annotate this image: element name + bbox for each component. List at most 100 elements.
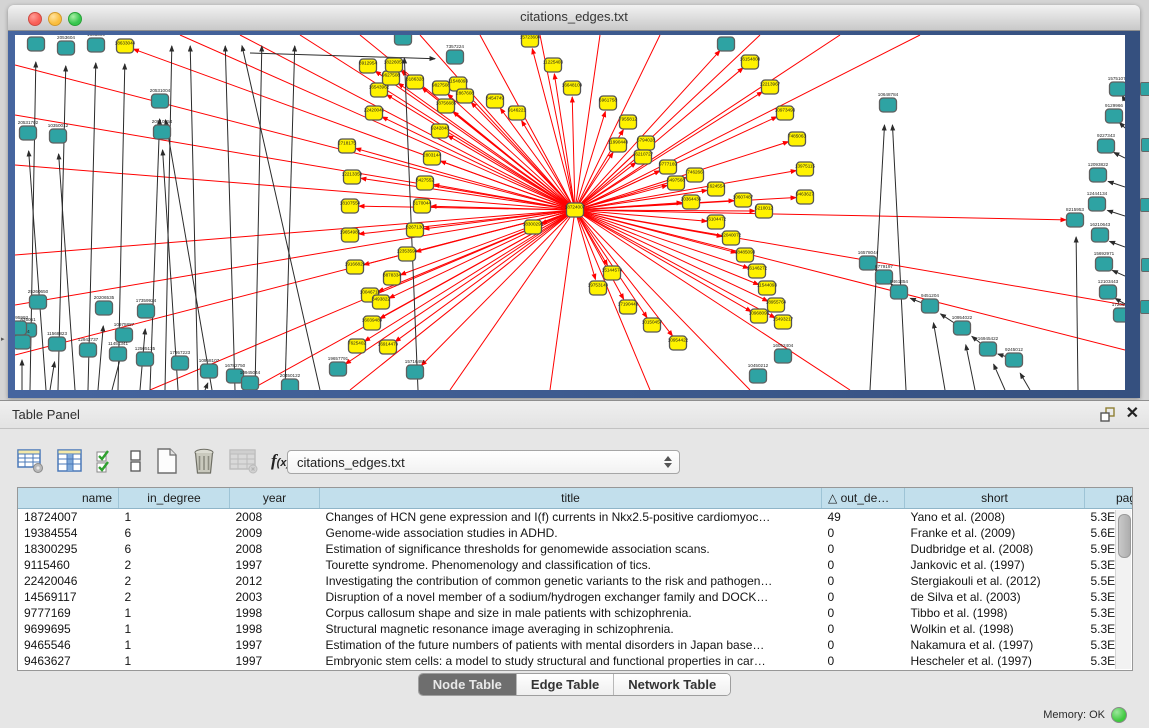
close-panel-icon[interactable]: ✕ (1126, 405, 1139, 423)
table-cell[interactable]: 0 (822, 621, 905, 637)
graph-node[interactable] (1092, 228, 1109, 242)
column-header-pagerank[interactable]: pagerank (1085, 488, 1134, 509)
table-cell[interactable]: 2 (119, 589, 230, 605)
table-cell[interactable]: Nakamura et al. (1997) (905, 637, 1085, 653)
table-cell[interactable]: 0 (822, 541, 905, 557)
table-row[interactable]: 911546021997Tourette syndrome. Phenomeno… (18, 557, 1133, 573)
graph-node[interactable] (30, 295, 47, 309)
table-settings-button[interactable] (17, 448, 45, 474)
table-cell[interactable]: 0 (822, 557, 905, 573)
table-cell[interactable]: Structural magnetic resonance image aver… (320, 621, 822, 637)
table-cell[interactable]: 2 (119, 557, 230, 573)
graph-node[interactable] (242, 376, 259, 390)
table-selector-dropdown[interactable]: citations_edges.txt (287, 450, 680, 474)
graph-node[interactable] (88, 38, 105, 52)
show-columns-button[interactable] (57, 448, 83, 474)
table-cell[interactable]: 1997 (230, 557, 320, 573)
graph-node[interactable] (880, 98, 897, 112)
table-cell[interactable]: Dudbridge et al. (2008) (905, 541, 1085, 557)
graph-node[interactable] (1096, 257, 1113, 271)
graph-node[interactable] (1114, 308, 1126, 322)
table-row[interactable]: 946362711997Embryonic stem cells: a mode… (18, 653, 1133, 669)
graph-node[interactable] (15, 335, 31, 349)
graph-node[interactable] (1098, 139, 1115, 153)
graph-node[interactable] (96, 301, 113, 315)
network-canvas[interactable]: 1872400718300295122133591810755419654985… (15, 35, 1125, 390)
table-cell[interactable]: 6 (119, 525, 230, 541)
graph-node[interactable] (980, 342, 997, 356)
column-header-in_degree[interactable]: in_degree (119, 488, 230, 509)
table-cell[interactable]: Disruption of a novel member of a sodium… (320, 589, 822, 605)
graph-node[interactable] (138, 304, 155, 318)
new-table-button[interactable] (155, 447, 179, 475)
table-cell[interactable]: Wolkin et al. (1998) (905, 621, 1085, 637)
delete-table-button[interactable] (191, 447, 217, 475)
graph-node[interactable] (447, 50, 464, 64)
graph-node[interactable] (50, 129, 67, 143)
table-cell[interactable]: 2012 (230, 573, 320, 589)
table-cell[interactable]: 1997 (230, 653, 320, 669)
graph-node[interactable] (116, 328, 133, 342)
table-cell[interactable]: 22420046 (18, 573, 119, 589)
table-row[interactable]: 1872400712008Changes of HCN gene express… (18, 509, 1133, 526)
table-cell[interactable]: 1 (119, 637, 230, 653)
graph-node[interactable] (137, 352, 154, 366)
table-row[interactable]: 1830029562008Estimation of significance … (18, 541, 1133, 557)
graph-node[interactable] (172, 356, 189, 370)
table-cell[interactable]: 18300295 (18, 541, 119, 557)
table-cell[interactable]: 9699695 (18, 621, 119, 637)
table-scrollbar[interactable] (1115, 510, 1131, 669)
table-cell[interactable]: 0 (822, 525, 905, 541)
graph-node[interactable] (110, 347, 127, 361)
table-cell[interactable]: 0 (822, 653, 905, 669)
table-cell[interactable]: Investigating the contribution of common… (320, 573, 822, 589)
graph-node[interactable] (201, 364, 218, 378)
graph-node[interactable] (860, 256, 877, 270)
table-cell[interactable]: 2003 (230, 589, 320, 605)
float-panel-icon[interactable] (1099, 406, 1116, 423)
graph-node[interactable] (154, 125, 171, 139)
table-cell[interactable]: 0 (822, 573, 905, 589)
table-cell[interactable]: 18724007 (18, 509, 119, 526)
table-cell[interactable]: 1998 (230, 621, 320, 637)
table-cell[interactable]: 2008 (230, 541, 320, 557)
table-cell[interactable]: 1 (119, 509, 230, 526)
table-cell[interactable]: 0 (822, 637, 905, 653)
graph-node[interactable] (1067, 213, 1084, 227)
table-cell[interactable]: 9463627 (18, 653, 119, 669)
table-cell[interactable]: Genome-wide association studies in ADHD. (320, 525, 822, 541)
table-cell[interactable]: 9465546 (18, 637, 119, 653)
column-header-year[interactable]: year (230, 488, 320, 509)
table-cell[interactable]: Changes of HCN gene expression and I(f) … (320, 509, 822, 526)
graph-node[interactable] (407, 365, 424, 379)
graph-node[interactable] (80, 343, 97, 357)
graph-node[interactable] (750, 369, 767, 383)
column-header-name[interactable]: name (18, 488, 119, 509)
graph-node[interactable] (152, 94, 169, 108)
table-row[interactable]: 946554611997Estimation of the future num… (18, 637, 1133, 653)
graph-node[interactable] (282, 379, 299, 390)
table-cell[interactable]: 0 (822, 589, 905, 605)
column-header-short[interactable]: short (905, 488, 1085, 509)
graph-node[interactable] (15, 321, 27, 335)
table-scrollbar-thumb[interactable] (1118, 514, 1131, 558)
table-cell[interactable]: 1 (119, 653, 230, 669)
table-cell[interactable]: Estimation of the future numbers of pati… (320, 637, 822, 653)
tab-edge-table[interactable]: Edge Table (517, 674, 614, 695)
table-cell[interactable]: 6 (119, 541, 230, 557)
table-row[interactable]: 977716911998Corpus callosum shape and si… (18, 605, 1133, 621)
tab-network-table[interactable]: Network Table (614, 674, 730, 695)
table-cell[interactable]: 2009 (230, 525, 320, 541)
graph-node[interactable] (28, 37, 45, 51)
table-cell[interactable]: Corpus callosum shape and size in male p… (320, 605, 822, 621)
table-cell[interactable]: 2008 (230, 509, 320, 526)
table-row[interactable]: 1456911722003Disruption of a novel membe… (18, 589, 1133, 605)
table-cell[interactable]: Tibbo et al. (1998) (905, 605, 1085, 621)
graph-node[interactable] (1106, 109, 1123, 123)
graph-node[interactable] (330, 362, 347, 376)
table-cell[interactable]: Hescheler et al. (1997) (905, 653, 1085, 669)
table-cell[interactable]: Embryonic stem cells: a model to study s… (320, 653, 822, 669)
graph-node[interactable] (20, 126, 37, 140)
table-cell[interactable]: 0 (822, 605, 905, 621)
table-row[interactable]: 2242004622012Investigating the contribut… (18, 573, 1133, 589)
